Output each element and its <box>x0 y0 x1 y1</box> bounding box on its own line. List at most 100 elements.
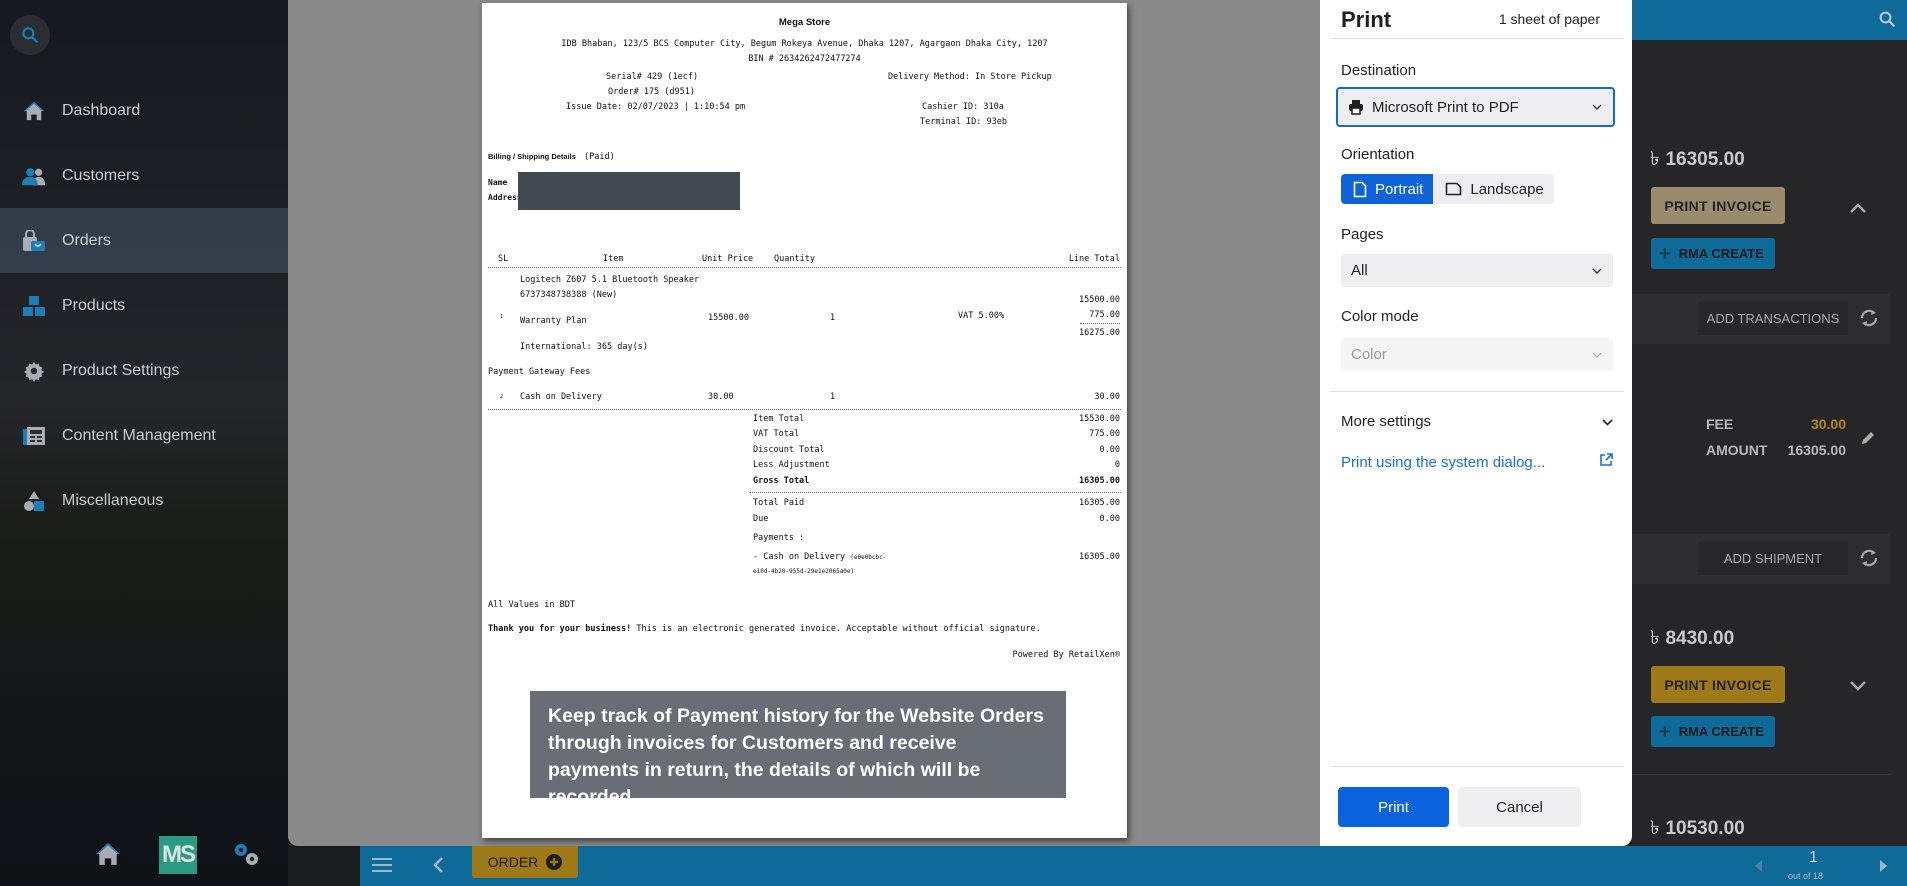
sidebar-item-dashboard[interactable]: Dashboard <box>0 78 288 143</box>
item-vat: 775.00 <box>1089 310 1120 320</box>
rma-create-button[interactable]: + RMA CREATE <box>1651 716 1775 747</box>
new-order-button[interactable]: ORDER <box>472 846 578 878</box>
external-link-icon <box>1599 453 1613 471</box>
orders-icon <box>22 229 46 253</box>
print-button[interactable]: Print <box>1338 787 1449 827</box>
total-label: Discount Total <box>753 445 825 455</box>
home-shortcut-button[interactable] <box>95 842 121 871</box>
chevron-down-icon <box>1602 413 1613 430</box>
portrait-page-icon <box>1353 181 1367 197</box>
sidebar-item-customers[interactable]: Customers <box>0 143 288 208</box>
sidebar-item-label: Products <box>62 296 126 314</box>
total-label: VAT Total <box>753 429 800 439</box>
payment-method: - Cash on Delivery (e0e0bcbc- <box>753 552 886 562</box>
store-name: Mega Store <box>778 17 831 28</box>
destination-select[interactable]: Microsoft Print to PDF <box>1336 87 1615 127</box>
item-unit-price: 15500.00 <box>708 313 749 323</box>
paid-label: Total Paid <box>753 498 805 508</box>
orientation-landscape-label: Landscape <box>1470 180 1544 198</box>
orientation-landscape[interactable]: Landscape <box>1433 174 1553 204</box>
add-shipment-button[interactable]: ADD SHIPMENT <box>1698 542 1848 575</box>
prev-page-button[interactable] <box>1755 859 1762 877</box>
sidebar-item-products[interactable]: Products <box>0 273 288 338</box>
issue-date: Issue Date: 02/07/2023 | 1:10:54 pm <box>566 102 746 112</box>
app-logo-text: MS <box>162 841 196 868</box>
total-label: Less Adjustment <box>753 460 830 470</box>
sidebar-item-content-management[interactable]: Content Management <box>0 403 288 468</box>
fee-value: 30.00 <box>1810 416 1846 432</box>
app-logo[interactable]: MS <box>159 836 197 874</box>
sheet-count: 1 sheet of paper <box>1498 11 1600 27</box>
total-value: 0 <box>1114 460 1120 470</box>
sidebar-item-label: Content Management <box>62 426 216 444</box>
payment-amount: 16305.00 <box>1079 552 1120 562</box>
due-value: 0.00 <box>1099 514 1120 524</box>
print-invoice-button[interactable]: PRINT INVOICE <box>1651 187 1785 224</box>
orders-list: ৳ 16305.00 PRINT INVOICE + RMA CREATE ADD… <box>1632 40 1907 846</box>
shipment-strip: ADD SHIPMENT <box>1632 534 1890 584</box>
terminal-id: Terminal ID: 93eb <box>920 117 1007 127</box>
sidebar-search-button[interactable] <box>10 15 50 55</box>
color-mode-select[interactable]: Color <box>1341 338 1613 371</box>
currency-symbol: ৳ <box>1650 149 1660 170</box>
item-subtotal: 15500.00 <box>1079 295 1120 305</box>
destination-value: Microsoft Print to PDF <box>1372 98 1519 116</box>
sidebar-item-miscellaneous[interactable]: Miscellaneous <box>0 468 288 533</box>
sync-button[interactable] <box>1858 548 1880 573</box>
col-sl: SL <box>498 254 509 264</box>
order-amount: ৳ 8430.00 <box>1650 624 1734 656</box>
orientation-portrait-label: Portrait <box>1375 180 1424 198</box>
search-icon <box>1879 11 1895 27</box>
menu-button[interactable] <box>372 856 392 879</box>
search-button[interactable] <box>1878 10 1896 33</box>
expand-button[interactable] <box>1850 678 1866 696</box>
collapse-button[interactable] <box>1850 200 1866 218</box>
total-value: 15530.00 <box>1079 414 1120 424</box>
system-dialog-label: Print using the system dialog... <box>1341 453 1546 471</box>
pages-label: Pages <box>1341 226 1384 243</box>
order-amount-value: 16305.00 <box>1665 149 1745 170</box>
invoice-page: Mega Store IDB Bhaban, 123/5 BCS Compute… <box>482 3 1127 838</box>
pages-select[interactable]: All <box>1341 254 1613 287</box>
fee-label: FEE <box>1706 416 1734 432</box>
color-mode-label: Color mode <box>1341 308 1419 325</box>
divider <box>1330 766 1624 767</box>
fees-heading: Payment Gateway Fees <box>488 367 591 377</box>
settings-shortcut-button[interactable] <box>232 842 262 873</box>
sidebar-item-label: Orders <box>62 231 111 249</box>
cancel-button[interactable]: Cancel <box>1458 787 1581 827</box>
plus-icon: + <box>1659 720 1671 743</box>
edit-button[interactable] <box>1860 430 1876 451</box>
sidebar-item-product-settings[interactable]: Product Settings <box>0 338 288 403</box>
add-transactions-button[interactable]: ADD TRANSACTIONS <box>1698 302 1848 335</box>
bottom-bar: ORDER 1 out of 18 <box>360 846 1907 886</box>
thanks-bold: Thank you for your business! <box>488 624 632 634</box>
plus-circle-icon <box>546 854 563 870</box>
divider <box>1330 391 1624 392</box>
more-settings-toggle[interactable]: More settings <box>1341 413 1613 430</box>
back-button[interactable] <box>432 856 444 879</box>
sidebar-item-label: Dashboard <box>62 101 141 119</box>
gear-icon <box>22 359 46 383</box>
system-dialog-link[interactable]: Print using the system dialog... <box>1341 453 1613 471</box>
totals-divider <box>488 409 1121 410</box>
col-line-total: Line Total <box>1068 254 1120 264</box>
sidebar: Dashboard Customers Orders Products Prod… <box>0 0 288 886</box>
orientation-portrait[interactable]: Portrait <box>1341 174 1434 204</box>
print-invoice-button[interactable]: PRINT INVOICE <box>1651 666 1785 703</box>
currency-symbol: ৳ <box>1650 628 1660 649</box>
subtotal-divider <box>1080 323 1120 324</box>
rma-create-button[interactable]: + RMA CREATE <box>1651 238 1775 269</box>
sidebar-item-orders[interactable]: Orders <box>0 208 288 273</box>
total-value: 775.00 <box>1089 429 1120 439</box>
order-amount: ৳ 16305.00 <box>1650 145 1745 177</box>
printer-icon <box>1349 100 1363 115</box>
currency-symbol: ৳ <box>1650 818 1660 839</box>
fee-row: FEE 30.00 <box>1706 416 1846 432</box>
item-name: Logitech Z607 5.1 Bluetooth Speaker <box>520 275 700 285</box>
sync-button[interactable] <box>1858 308 1880 333</box>
sidebar-item-label: Product Settings <box>62 361 180 379</box>
item-sl: 1 <box>500 314 504 320</box>
next-page-button[interactable] <box>1880 859 1887 877</box>
print-preview-area: Mega Store IDB Bhaban, 123/5 BCS Compute… <box>288 0 1320 846</box>
